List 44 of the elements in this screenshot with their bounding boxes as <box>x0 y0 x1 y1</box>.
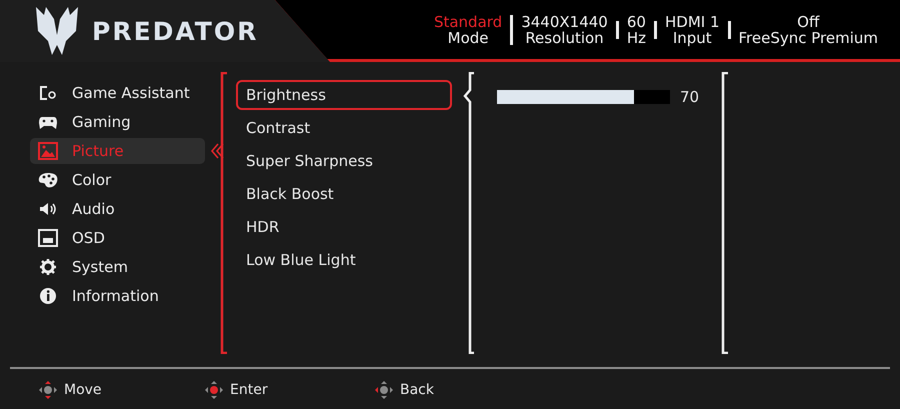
gear-icon <box>38 258 58 276</box>
brand-logo-text: PREDATOR <box>92 16 258 46</box>
brace-icon <box>462 72 476 354</box>
status-value: 3440X1440 <box>521 14 608 30</box>
status-label: Resolution <box>525 30 604 46</box>
status-label: Input <box>672 30 712 46</box>
submenu-item[interactable]: HDR <box>236 212 452 242</box>
sidebar-item[interactable]: Game Assistant <box>30 80 205 106</box>
status-value: 60 <box>626 14 646 30</box>
sidebar-item[interactable]: OSD <box>30 225 205 251</box>
brightness-slider[interactable] <box>497 90 670 104</box>
info-icon <box>38 287 58 305</box>
direction-pad-icon <box>375 381 393 399</box>
status-label: Hz <box>626 30 646 46</box>
sidebar-item[interactable]: Color <box>30 167 205 193</box>
monitor-gear-icon <box>38 84 58 102</box>
sidebar-item[interactable]: Audio <box>30 196 205 222</box>
status-value: Standard <box>434 14 502 30</box>
submenu-item[interactable]: Black Boost <box>236 179 452 209</box>
submenu-item[interactable]: Contrast <box>236 113 452 143</box>
sidebar-item[interactable]: System <box>30 254 205 280</box>
sidebar-item[interactable]: Gaming <box>30 109 205 135</box>
bracket-icon <box>720 72 730 354</box>
speaker-icon <box>38 200 58 218</box>
submenu-item[interactable]: Super Sharpness <box>236 146 452 176</box>
status-label: Mode <box>448 30 489 46</box>
submenu-item[interactable]: Brightness <box>236 80 452 110</box>
palette-icon <box>38 171 58 189</box>
bracket-icon <box>219 72 229 354</box>
predator-logo-icon <box>34 5 80 57</box>
status-value: HDMI 1 <box>664 14 720 30</box>
window-icon <box>38 229 58 247</box>
direction-pad-icon <box>39 381 57 399</box>
slider-value: 70 <box>680 88 700 106</box>
direction-pad-icon <box>205 381 223 399</box>
status-label: FreeSync Premium <box>738 30 878 46</box>
image-icon <box>38 142 58 160</box>
hint-label: Back <box>400 382 434 398</box>
hint-label: Move <box>64 382 102 398</box>
submenu-item[interactable]: Low Blue Light <box>236 245 452 275</box>
sidebar-item[interactable]: Information <box>30 283 205 309</box>
status-value: Off <box>797 14 820 30</box>
hint-label: Enter <box>230 382 268 398</box>
double-chevron-icon <box>210 143 224 159</box>
